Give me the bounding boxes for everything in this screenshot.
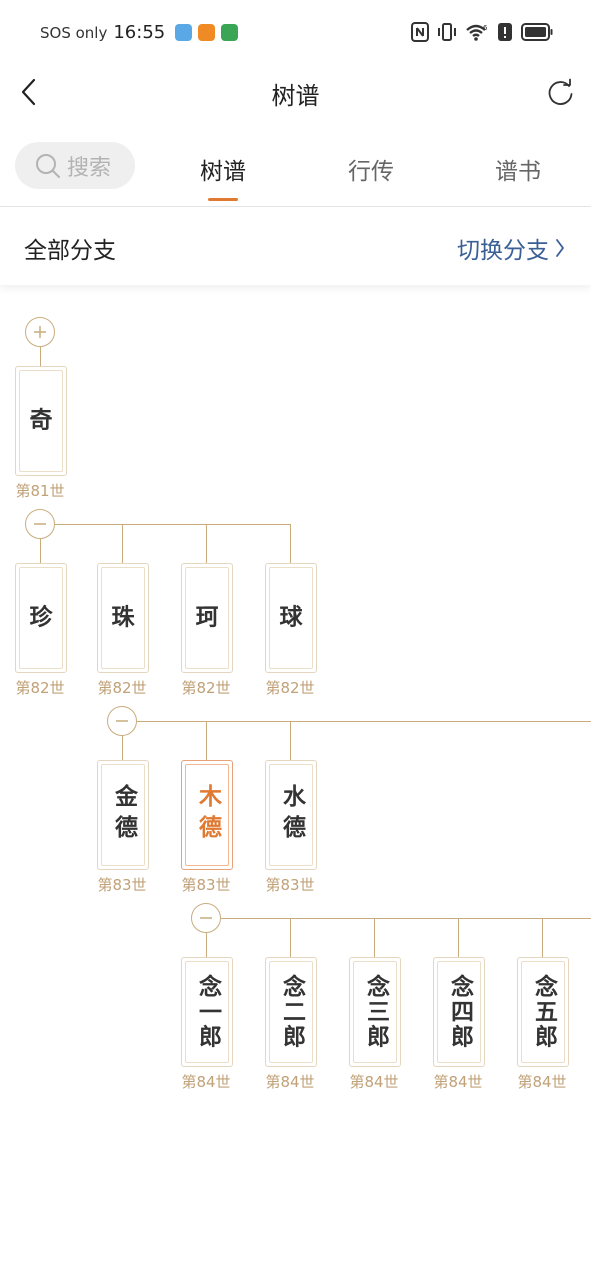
status-right: 6 xyxy=(411,22,553,42)
person-name: 珍 xyxy=(29,604,53,631)
collapse-toggle[interactable] xyxy=(25,509,55,539)
wifi-icon: 6 xyxy=(466,24,488,41)
person-card[interactable]: 念五郎 xyxy=(517,957,569,1067)
search-input[interactable]: 搜索 xyxy=(15,142,135,189)
connector-line xyxy=(221,918,591,919)
connector-line xyxy=(40,539,41,564)
connector-line xyxy=(40,347,41,367)
app-notification-icon xyxy=(198,24,216,41)
minus-icon xyxy=(116,720,128,722)
clock: 16:55 xyxy=(113,22,166,43)
vibrate-icon xyxy=(438,23,456,41)
app-notification-icon xyxy=(221,24,239,41)
active-tab-indicator xyxy=(208,198,238,201)
person-card[interactable]: 奇 xyxy=(15,366,67,476)
connector-line xyxy=(206,524,207,564)
collapse-toggle[interactable] xyxy=(107,706,137,736)
generation-label: 第83世 xyxy=(265,876,315,894)
tab-tree[interactable]: 树谱 xyxy=(183,152,263,186)
person-name: 球 xyxy=(279,604,303,631)
generation-label: 第84世 xyxy=(517,1073,567,1091)
branch-label: 全部分支 xyxy=(24,238,116,264)
switch-branch-label: 切换分支 xyxy=(457,238,549,264)
person-card-selected[interactable]: 木德 xyxy=(181,760,233,870)
generation-label: 第83世 xyxy=(97,876,147,894)
nfc-icon xyxy=(411,22,429,42)
person-card[interactable]: 念四郎 xyxy=(433,957,485,1067)
family-tree: 奇 第81世 珍 第82世 珠 第82世 珂 第82世 球 第82世 金德 第8… xyxy=(0,286,591,1280)
branch-bar: 全部分支 切换分支 xyxy=(0,207,591,285)
person-card[interactable]: 金德 xyxy=(97,760,149,870)
person-name: 奇 xyxy=(29,407,53,434)
generation-label: 第82世 xyxy=(181,679,231,697)
connector-line xyxy=(374,918,375,958)
person-name: 珠 xyxy=(111,604,135,631)
alert-icon xyxy=(498,23,512,41)
person-name: 水德 xyxy=(278,784,305,846)
search-icon xyxy=(36,153,60,178)
connector-line xyxy=(55,524,290,525)
carrier-text: SOS only xyxy=(40,23,108,42)
connector-line xyxy=(122,736,123,761)
connector-line xyxy=(206,933,207,958)
minus-icon xyxy=(34,523,46,525)
plus-icon xyxy=(34,326,46,338)
tab-biography[interactable]: 行传 xyxy=(331,152,411,186)
person-card[interactable]: 珠 xyxy=(97,563,149,673)
person-card[interactable]: 珍 xyxy=(15,563,67,673)
status-left: SOS only 16:55 xyxy=(40,22,239,43)
generation-label: 第82世 xyxy=(15,679,65,697)
person-card[interactable]: 珂 xyxy=(181,563,233,673)
person-card[interactable]: 念三郎 xyxy=(349,957,401,1067)
person-name: 珂 xyxy=(195,604,219,631)
person-card[interactable]: 念二郎 xyxy=(265,957,317,1067)
person-name: 金德 xyxy=(110,784,137,846)
person-card[interactable]: 水德 xyxy=(265,760,317,870)
minus-icon xyxy=(200,917,212,919)
person-name: 念二郎 xyxy=(278,974,305,1050)
chevron-right-icon xyxy=(556,239,564,257)
title-bar: 树谱 xyxy=(0,66,591,118)
tabs-row: 搜索 树谱 行传 谱书 xyxy=(0,140,591,206)
generation-label: 第83世 xyxy=(181,876,231,894)
person-name: 念三郎 xyxy=(362,974,389,1050)
person-card[interactable]: 球 xyxy=(265,563,317,673)
person-card[interactable]: 念一郎 xyxy=(181,957,233,1067)
app-notification-icon xyxy=(175,24,193,41)
refresh-button[interactable] xyxy=(547,78,575,106)
switch-branch-button[interactable]: 切换分支 xyxy=(457,231,565,265)
refresh-icon xyxy=(548,78,573,105)
person-name: 念四郎 xyxy=(446,974,473,1050)
person-name: 念五郎 xyxy=(530,974,557,1050)
collapse-toggle[interactable] xyxy=(191,903,221,933)
generation-label: 第82世 xyxy=(97,679,147,697)
generation-label: 第84世 xyxy=(265,1073,315,1091)
search-placeholder: 搜索 xyxy=(67,155,112,181)
wifi-badge: 6 xyxy=(483,24,488,32)
connector-line xyxy=(290,721,291,761)
status-bar: SOS only 16:55 6 xyxy=(0,0,591,66)
page-title: 树谱 xyxy=(271,82,320,110)
expand-toggle[interactable] xyxy=(25,317,55,347)
tab-genealogy-book[interactable]: 谱书 xyxy=(478,152,558,186)
connector-line xyxy=(542,918,543,958)
person-name: 念一郎 xyxy=(194,974,221,1050)
connector-line xyxy=(290,918,291,958)
connector-line xyxy=(458,918,459,958)
person-name: 木德 xyxy=(194,784,221,846)
connector-line xyxy=(206,721,207,761)
connector-line xyxy=(122,524,123,564)
generation-label: 第82世 xyxy=(265,679,315,697)
generation-label: 第84世 xyxy=(433,1073,483,1091)
generation-label: 第84世 xyxy=(181,1073,231,1091)
generation-label: 第81世 xyxy=(15,482,65,500)
battery-icon xyxy=(521,23,553,41)
generation-label: 第84世 xyxy=(349,1073,399,1091)
connector-line xyxy=(290,524,291,564)
